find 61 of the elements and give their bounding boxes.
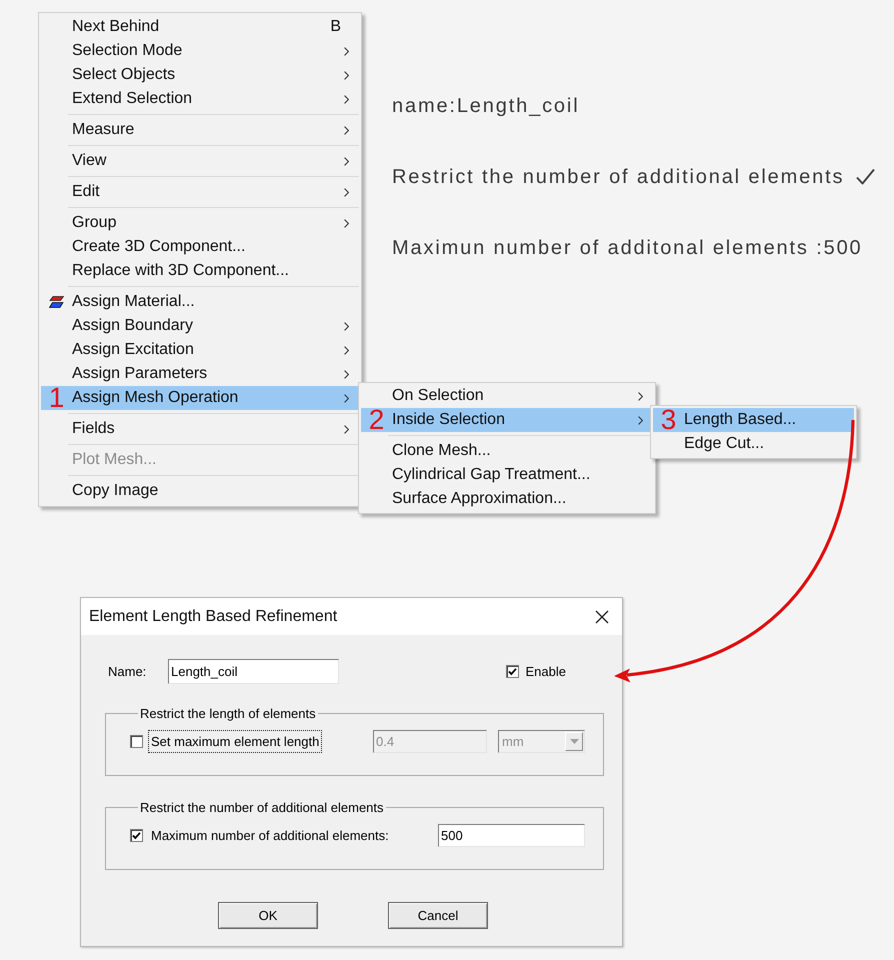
group-title: Restrict the length of elements — [139, 706, 317, 721]
menu-item[interactable]: Assign Parameters — [41, 362, 359, 386]
menu-item[interactable]: Create 3D Component... — [41, 235, 359, 259]
menu-item[interactable]: 1 Assign Mesh Operation — [41, 386, 359, 410]
caret-down-icon — [570, 739, 578, 744]
chevron-right-icon — [344, 424, 348, 434]
menu-item[interactable]: Surface Approximation... — [361, 487, 653, 511]
annotation-text: Maximun number of additonal elements :500 — [392, 236, 863, 260]
checkbox-label: Enable — [526, 662, 566, 681]
menu-item[interactable]: Selection Mode — [41, 39, 359, 63]
checkbox-label: Set maximum element length — [148, 730, 322, 754]
chevron-right-icon — [344, 188, 348, 196]
annotation-text: name:Length_coil — [392, 94, 580, 118]
step-number: 3 — [660, 408, 676, 432]
menu-item[interactable]: Assign Excitation — [41, 338, 359, 362]
menu-item[interactable]: Assign Material... — [41, 290, 359, 314]
menu-item[interactable]: Edge Cut... — [653, 432, 854, 456]
dialog-title: Element Length Based Refinement — [89, 606, 338, 626]
menu-item[interactable]: Extend Selection — [41, 87, 359, 111]
chevron-right-icon — [344, 126, 348, 134]
close-icon[interactable] — [595, 610, 609, 624]
menu-item[interactable]: Next Behind B — [41, 15, 359, 39]
chevron-right-icon — [344, 322, 348, 330]
menu-item[interactable]: Copy Image — [41, 479, 359, 503]
chevron-right-icon — [638, 416, 642, 424]
step-number: 1 — [48, 386, 64, 410]
menu-item[interactable]: On Selection — [361, 384, 653, 408]
name-field[interactable]: Length_coil — [168, 659, 339, 684]
menu-item[interactable]: Fields — [41, 417, 359, 441]
menu-item[interactable]: Assign Boundary — [41, 314, 359, 338]
menu-item[interactable]: Edit — [41, 180, 359, 204]
shortcut-key: B — [330, 15, 341, 39]
enable-checkbox[interactable] — [506, 665, 519, 678]
chevron-right-icon — [344, 394, 348, 402]
chevron-right-icon — [638, 392, 642, 400]
menu-item[interactable]: Cylindrical Gap Treatment... — [361, 463, 653, 487]
group-title: Restrict the number of additional elements — [139, 800, 385, 815]
chevron-right-icon — [344, 156, 348, 166]
chevron-right-icon — [344, 70, 348, 80]
menu-item[interactable]: Select Objects — [41, 63, 359, 87]
field-label: Name: — [108, 662, 148, 681]
menu-item[interactable]: Replace with 3D Component... — [41, 259, 359, 283]
menu-item[interactable]: 3 Length Based... — [653, 408, 854, 432]
annotation-text: Restrict the number of additional elements — [392, 164, 844, 190]
step-number: 2 — [368, 408, 384, 432]
menu-item[interactable]: 2 Inside Selection — [361, 408, 653, 432]
checkbox-label: Maximum number of additional elements: — [150, 826, 390, 845]
menu-item[interactable]: View — [41, 149, 359, 173]
menu-item[interactable]: Measure — [41, 118, 359, 142]
dialog-button[interactable]: Cancel — [388, 902, 488, 929]
chevron-right-icon — [344, 94, 348, 104]
chevron-right-icon — [344, 346, 348, 354]
menu-item[interactable]: Group — [41, 211, 359, 235]
dialog-button[interactable]: OK — [218, 902, 318, 929]
option-checkbox[interactable] — [130, 829, 143, 842]
chevron-right-icon — [344, 218, 348, 228]
chevron-right-icon — [344, 370, 348, 378]
chevron-right-icon — [344, 46, 348, 56]
value-field[interactable]: 500 — [438, 824, 585, 847]
layers-icon — [49, 296, 64, 308]
menu-item[interactable]: Clone Mesh... — [361, 439, 653, 463]
